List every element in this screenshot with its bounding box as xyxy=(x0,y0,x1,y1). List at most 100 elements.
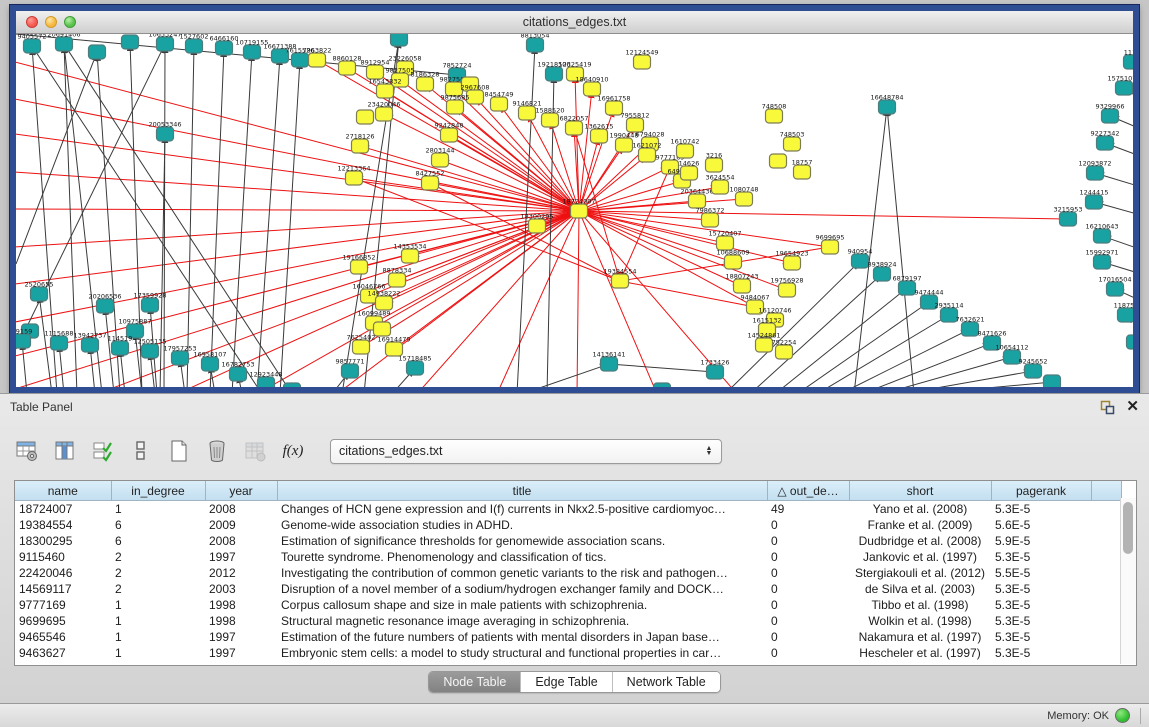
graph-node[interactable] xyxy=(601,357,618,371)
table-cell[interactable]: 14569117 xyxy=(15,581,111,597)
table-cell[interactable]: Estimation of the future numbers of pati… xyxy=(277,629,767,645)
graph-node[interactable] xyxy=(342,364,359,378)
graph-node[interactable] xyxy=(822,240,839,254)
graph-node[interactable] xyxy=(1094,255,1111,269)
graph-node[interactable] xyxy=(1025,364,1042,378)
table-row[interactable]: 1830029562008Estimation of significance … xyxy=(15,533,1121,549)
table-row[interactable]: 1872400712008Changes of HCN gene express… xyxy=(15,501,1121,518)
graph-node[interactable] xyxy=(612,274,629,288)
table-cell[interactable]: Stergiakouli et al. (2012) xyxy=(849,565,991,581)
graph-edge[interactable] xyxy=(16,99,579,211)
table-cell[interactable]: 9465546 xyxy=(15,629,111,645)
table-cell[interactable]: Structural magnetic resonance image aver… xyxy=(277,613,767,629)
zoom-window-icon[interactable] xyxy=(64,16,76,28)
graph-edge[interactable] xyxy=(16,211,579,284)
graph-node[interactable] xyxy=(391,34,408,46)
table-row[interactable]: 911546021997Tourette syndrome. Phenomeno… xyxy=(15,549,1121,565)
graph-edge[interactable] xyxy=(211,373,215,387)
graph-node[interactable] xyxy=(230,367,247,381)
table-row[interactable]: 2242004622012Investigating the contribut… xyxy=(15,565,1121,581)
graph-node[interactable] xyxy=(1087,166,1104,180)
delete-column-icon[interactable] xyxy=(204,438,230,464)
graph-node[interactable] xyxy=(776,345,793,359)
table-cell[interactable]: de Silva et al. (2003) xyxy=(849,581,991,597)
table-cell[interactable]: 9699695 xyxy=(15,613,111,629)
graph-edge[interactable] xyxy=(609,364,706,371)
graph-edge[interactable] xyxy=(121,357,125,387)
tab-node-table[interactable]: Node Table xyxy=(429,672,520,692)
tab-network-table[interactable]: Network Table xyxy=(612,672,720,692)
table-cell[interactable]: Jankovic et al. (1997) xyxy=(849,549,991,565)
graph-node[interactable] xyxy=(432,153,449,167)
citation-network-graph[interactable]: 9405572206914061065324715276026466160107… xyxy=(16,34,1133,387)
column-header-out-de-[interactable]: △ out_de… xyxy=(767,481,849,501)
graph-node[interactable] xyxy=(571,204,588,218)
table-cell[interactable]: 5.3E-5 xyxy=(991,613,1091,629)
graph-edge[interactable] xyxy=(817,320,941,387)
table-cell[interactable]: 1997 xyxy=(205,645,277,661)
table-row[interactable]: 977716911998Corpus callosum shape and si… xyxy=(15,597,1121,613)
graph-node[interactable] xyxy=(244,45,261,59)
table-row[interactable]: 969969511998Structural magnetic resonanc… xyxy=(15,613,1121,629)
graph-node[interactable] xyxy=(1127,335,1134,349)
column-header-name[interactable]: name xyxy=(15,481,111,501)
table-cell[interactable]: Estimation of significance thresholds fo… xyxy=(277,533,767,549)
table-cell[interactable]: 5.9E-5 xyxy=(991,533,1091,549)
table-cell[interactable]: 0 xyxy=(767,549,849,565)
graph-edge[interactable] xyxy=(522,367,600,387)
graph-node[interactable] xyxy=(24,39,41,53)
column-header-pagerank[interactable]: pagerank xyxy=(991,481,1091,501)
graph-node[interactable] xyxy=(51,336,68,350)
graph-node[interactable] xyxy=(770,154,787,168)
graph-edge[interactable] xyxy=(1111,265,1133,276)
table-cell[interactable]: 49 xyxy=(767,501,849,518)
table-cell[interactable]: 2008 xyxy=(205,501,277,518)
graph-node[interactable] xyxy=(376,107,393,121)
table-cell[interactable]: 2009 xyxy=(205,517,277,533)
table-cell[interactable]: 5.3E-5 xyxy=(991,629,1091,645)
graph-edge[interactable] xyxy=(417,211,579,387)
graph-node[interactable] xyxy=(112,341,129,355)
table-cell[interactable]: 5.3E-5 xyxy=(991,581,1091,597)
graph-node[interactable] xyxy=(654,383,671,387)
table-cell[interactable]: 1 xyxy=(111,629,205,645)
table-cell[interactable]: 9463627 xyxy=(15,645,111,661)
table-cell[interactable]: Tibbo et al. (1998) xyxy=(849,597,991,613)
table-cell[interactable]: Genome-wide association studies in ADHD. xyxy=(277,517,767,533)
table-row[interactable]: 946362711997Embryonic stem cells: a mode… xyxy=(15,645,1121,661)
table-cell[interactable]: Disruption of a novel member of a sodium… xyxy=(277,581,767,597)
table-cell[interactable]: 2003 xyxy=(205,581,277,597)
graph-edge[interactable] xyxy=(577,211,579,387)
graph-node[interactable] xyxy=(142,298,159,312)
graph-node[interactable] xyxy=(309,53,326,67)
column-header-in-degree[interactable]: in_degree xyxy=(111,481,205,501)
show-columns-icon[interactable] xyxy=(52,438,78,464)
table-cell[interactable]: 5.3E-5 xyxy=(991,501,1091,518)
graph-edge[interactable] xyxy=(1113,146,1133,159)
graph-node[interactable] xyxy=(874,267,891,281)
graph-node[interactable] xyxy=(157,127,174,141)
table-cell[interactable]: Nakamura et al. (1997) xyxy=(849,629,991,645)
table-cell[interactable]: 0 xyxy=(767,565,849,581)
graph-node[interactable] xyxy=(519,106,536,120)
table-row[interactable]: 1456911722003Disruption of a novel membe… xyxy=(15,581,1121,597)
graph-node[interactable] xyxy=(216,41,233,55)
table-scrollbar[interactable] xyxy=(1120,498,1136,664)
graph-node[interactable] xyxy=(292,53,309,67)
graph-node[interactable] xyxy=(794,165,811,179)
table-cell[interactable]: 6 xyxy=(111,533,205,549)
graph-node[interactable] xyxy=(202,357,219,371)
graph-node[interactable] xyxy=(186,39,203,53)
graph-node[interactable] xyxy=(1044,375,1061,387)
table-cell[interactable]: 5.3E-5 xyxy=(991,549,1091,565)
graph-edge[interactable] xyxy=(16,134,579,211)
graph-node[interactable] xyxy=(422,176,439,190)
float-panel-icon[interactable] xyxy=(1100,400,1116,415)
table-cell[interactable]: 1997 xyxy=(205,549,277,565)
graph-edge[interactable] xyxy=(1104,176,1133,189)
table-cell[interactable]: Investigating the contribution of common… xyxy=(277,565,767,581)
graph-node[interactable] xyxy=(702,213,719,227)
graph-edge[interactable] xyxy=(922,383,1043,387)
table-cell[interactable]: Dudbridge et al. (2008) xyxy=(849,533,991,549)
graph-node[interactable] xyxy=(707,365,724,379)
